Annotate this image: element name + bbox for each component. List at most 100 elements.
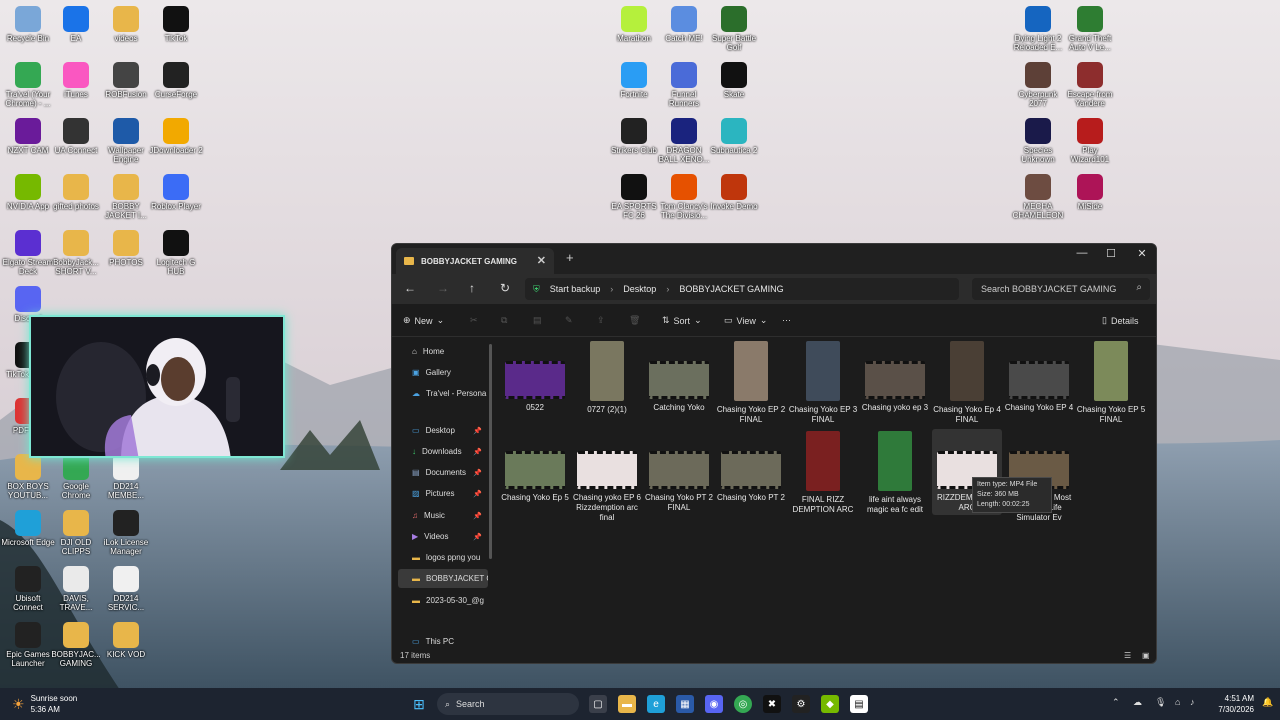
sidebar-item[interactable]: ♫ Music 📌 (398, 506, 488, 525)
microphone-icon[interactable]: 🎙 (1155, 697, 1166, 708)
up-arrow-icon[interactable]: ↑ (469, 281, 475, 295)
desktop-icon[interactable]: Fortnite (606, 62, 662, 99)
desktop-icon[interactable]: Marathon (606, 6, 662, 43)
file-item[interactable]: Chasing Yoko EP 5 FINAL (1076, 339, 1146, 425)
file-item[interactable]: Chasing Yoko PT 2 FINAL (644, 429, 714, 515)
desktop-icon[interactable]: BOBBYJAC... GAMING (48, 622, 104, 668)
file-item[interactable]: Chasing yoko ep 3 (860, 339, 930, 425)
sidebar-item[interactable]: ▶ Videos 📌 (398, 527, 488, 546)
desktop-icon[interactable]: Grand Theft Auto V Le... (1062, 6, 1118, 52)
sidebar-item[interactable]: ▭ Desktop 📌 (398, 421, 488, 440)
file-item[interactable]: Chasing Yoko EP 2 FINAL (716, 339, 786, 425)
volume-icon[interactable]: ♪ (1190, 697, 1195, 707)
sidebar-item[interactable]: ▨ Pictures 📌 (398, 484, 488, 503)
desktop-icon[interactable]: EA SPORTS FC 26 (606, 174, 662, 220)
file-item[interactable]: 0522 (500, 339, 570, 425)
store-icon[interactable]: ▦ (676, 695, 694, 713)
desktop-icon[interactable]: DAVIS, TRAVE... (48, 566, 104, 612)
back-arrow-icon[interactable]: ← (404, 281, 416, 295)
cloud-icon[interactable]: ☁ (1133, 697, 1142, 708)
desktop-icon[interactable]: Roblox Player (148, 174, 204, 211)
desktop-icon[interactable]: Google Chrome (48, 454, 104, 500)
desktop-icon[interactable]: MECHA CHAMELEON (1010, 174, 1066, 220)
cut-icon[interactable]: ✂ (470, 315, 478, 326)
file-item[interactable]: Chasing Yoko Ep 5 (500, 429, 570, 515)
new-button[interactable]: ⊕ New ⌄ (403, 315, 444, 326)
desktop-icon[interactable]: CurseForge (148, 62, 204, 99)
file-item[interactable]: 0727 (2)(1) (572, 339, 642, 425)
breadcrumb-start-backup[interactable]: Start backup (550, 284, 601, 294)
desktop-icon[interactable]: iTunes (48, 62, 104, 99)
desktop-icon[interactable]: JDownloader 2 (148, 118, 204, 155)
desktop-icon[interactable]: Escape from Yandere (1062, 62, 1118, 108)
desktop-icon[interactable]: BOBBY JACKET I... (98, 174, 154, 220)
desktop-icon[interactable]: Play Wizard101 (1062, 118, 1118, 164)
system-clock[interactable]: 4:51 AM 7/30/2026 (1196, 693, 1254, 715)
breadcrumb-desktop[interactable]: Desktop (623, 284, 656, 294)
desktop-icon[interactable]: DD214 MEMBE... (98, 454, 154, 500)
edge-browser-icon[interactable]: e (647, 695, 665, 713)
breadcrumb-current-folder[interactable]: BOBBYJACKET GAMING (679, 284, 783, 294)
sidebar-item[interactable]: ▣ Gallery (398, 363, 488, 382)
sidebar-item[interactable]: ↓ Downloads 📌 (398, 442, 488, 461)
file-item[interactable]: Chasing Yoko Ep 4 FINAL (932, 339, 1002, 425)
task-view-icon[interactable]: ▢ (589, 695, 607, 713)
desktop-icon[interactable]: Wallpaper Engine (98, 118, 154, 164)
desktop-icon[interactable]: EA (48, 6, 104, 43)
desktop-icon[interactable]: Tom Clancy's The Divisio... (656, 174, 712, 220)
weather-widget[interactable]: ☀ Sunrise soon 5:36 AM (12, 693, 77, 715)
settings-gear-icon[interactable]: ⚙ (792, 695, 810, 713)
discord-icon[interactable]: ◉ (705, 695, 723, 713)
delete-icon[interactable]: 🗑 (629, 315, 640, 326)
file-item[interactable]: Catching Yoko (644, 339, 714, 425)
desktop-icon[interactable]: gifted photos (48, 174, 104, 211)
file-item[interactable]: Chasing Yoko EP 3 FINAL (788, 339, 858, 425)
desktop-icon[interactable]: Strikers Club (606, 118, 662, 155)
sort-button[interactable]: ⇅ Sort ⌄ (662, 315, 702, 326)
desktop-icon[interactable]: iLok License Manager (98, 510, 154, 556)
sidebar-item[interactable]: ▬ BOBBYJACKET G (398, 569, 488, 588)
desktop-icon[interactable]: videos (98, 6, 154, 43)
desktop-icon[interactable]: Catch ME! (656, 6, 712, 43)
desktop-icon[interactable]: Logitech G HUB (148, 230, 204, 276)
network-icon[interactable]: ⌂ (1175, 697, 1180, 707)
file-item[interactable]: FINAL RIZZ DEMPTION ARC (788, 429, 858, 515)
desktop-icon[interactable]: ROBFusion (98, 62, 154, 99)
desktop-icon[interactable]: TikTok (148, 6, 204, 43)
breadcrumb[interactable]: ⛨ Start backup › Desktop › BOBBYJACKET G… (525, 278, 959, 300)
desktop-icon[interactable]: Funnel Runners (656, 62, 712, 108)
close-tab-icon[interactable]: ✕ (537, 254, 546, 267)
tab-bobbyjacket-gaming[interactable]: BOBBYJACKET GAMING ✕ (396, 248, 554, 274)
sidebar-item[interactable]: ▬ 2023-05-30_@g (398, 591, 488, 610)
nvidia-icon[interactable]: ◆ (821, 695, 839, 713)
sidebar-item[interactable]: ▬ logos ppng you (398, 548, 488, 567)
file-item[interactable]: Chasing Yoko PT 2 (716, 429, 786, 515)
share-icon[interactable]: ⇪ (597, 315, 605, 326)
maximize-icon[interactable]: ☐ (1096, 247, 1126, 260)
desktop-icon[interactable]: Cyberpunk 2077 (1010, 62, 1066, 108)
stream-deck-icon[interactable]: ▤ (850, 695, 868, 713)
desktop-icon[interactable]: Skate (706, 62, 762, 99)
desktop-icon[interactable]: PHOTOS (98, 230, 154, 267)
view-button[interactable]: ▭ View ⌄ (724, 315, 767, 326)
search-input[interactable]: Search BOBBYJACKET GAMING ⌕ (972, 278, 1150, 300)
minimize-icon[interactable]: — (1067, 247, 1097, 259)
details-view-icon[interactable]: ☰ (1124, 651, 1131, 660)
sidebar-item[interactable]: ▤ Documents 📌 (398, 463, 488, 482)
notifications-bell-icon[interactable]: 🔔 (1262, 697, 1273, 708)
paste-icon[interactable]: ▤ (533, 315, 542, 326)
file-item[interactable]: Chasing yoko EP 6 Rizzdemption arc final (572, 429, 642, 522)
taskbar-search-input[interactable]: ⌕ Search (437, 693, 579, 715)
details-button[interactable]: ▯ Details (1102, 315, 1138, 326)
file-item[interactable]: Chasing Yoko EP 4 (1004, 339, 1074, 425)
file-item[interactable]: life aint always magic ea fc edit (860, 429, 930, 515)
sidebar-item[interactable]: ▭ This PC (398, 632, 488, 651)
show-hidden-icons-icon[interactable]: ⌃ (1112, 697, 1120, 708)
desktop-icon[interactable]: MiSide (1062, 174, 1118, 211)
large-icons-view-icon[interactable]: ▣ (1142, 651, 1150, 660)
more-options-button[interactable]: ··· (782, 315, 791, 325)
desktop-icon[interactable]: DD214 SERVIC... (98, 566, 154, 612)
desktop-icon[interactable]: Species Unknown (1010, 118, 1066, 164)
copy-icon[interactable]: ⧉ (501, 315, 507, 326)
forward-arrow-icon[interactable]: → (437, 281, 449, 295)
